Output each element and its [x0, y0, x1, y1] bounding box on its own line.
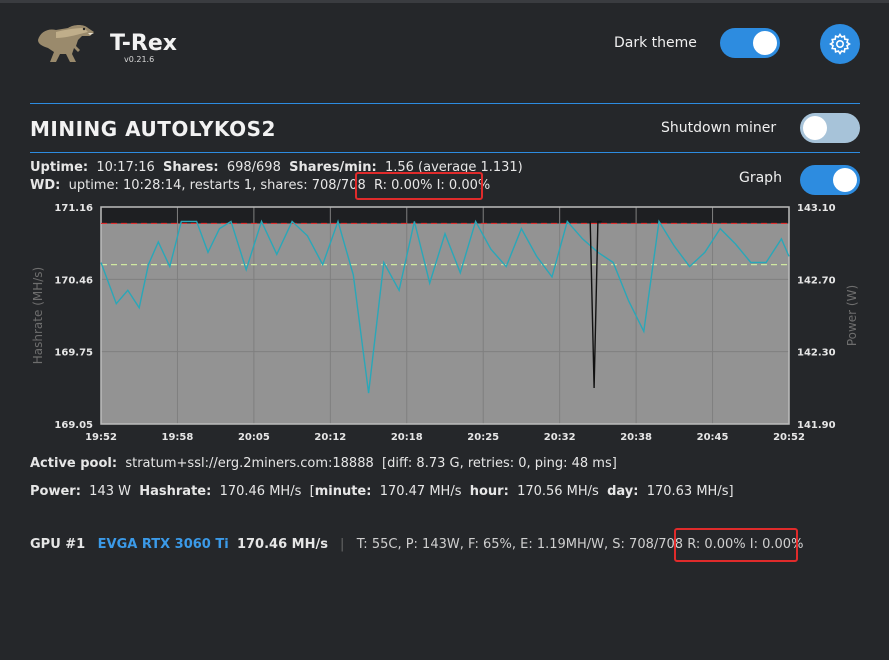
settings-button[interactable]	[820, 24, 860, 64]
y2-tick-label: 142.30	[797, 348, 836, 359]
x-tick-label: 20:38	[620, 432, 652, 443]
graph-toggle[interactable]	[800, 165, 860, 195]
power-line: Power: 143 W Hashrate: 170.46 MH/s [minu…	[30, 484, 734, 499]
minute-value: 170.47 MH/s	[379, 484, 462, 499]
window-top-border	[0, 0, 889, 3]
chart-svg: 171.16 170.46 169.75 169.05 143.10 142.70 142.…	[31, 203, 859, 443]
wd-value: uptime: 10:28:14, restarts 1, shares: 70…	[68, 178, 366, 193]
x-tick-label: 19:52	[85, 432, 117, 443]
x-tick-label: 20:52	[773, 432, 805, 443]
plot-area	[101, 207, 789, 424]
divider-mid	[30, 152, 860, 153]
t-rex-logo	[38, 25, 94, 62]
gpu-separator: |	[340, 537, 345, 552]
y2-tick-label: 141.90	[797, 420, 836, 431]
app-name: T-Rex	[110, 31, 177, 56]
toggle-knob	[833, 168, 857, 192]
toggle-knob	[803, 116, 827, 140]
power-value: 143 W	[89, 484, 131, 499]
shutdown-label: Shutdown miner	[661, 120, 777, 136]
gpu-details: T: 55C, P: 143W, F: 65%, E: 1.19MH/W, S:…	[356, 537, 684, 552]
y2-tick-label: 143.10	[797, 203, 836, 214]
gpu-id: GPU #1	[30, 537, 86, 552]
graph-label: Graph	[739, 170, 782, 186]
uptime-label: Uptime:	[30, 160, 89, 175]
app-version: v0.21.6	[124, 55, 155, 64]
gpu-hashrate: 170.46 MH/s	[236, 537, 328, 552]
gear-icon	[829, 33, 851, 55]
y-tick-label: 169.05	[54, 420, 93, 431]
pool-extra: [diff: 8.73 G, retries: 0, ping: 48 ms]	[382, 456, 617, 471]
pool-url: stratum+ssl://erg.2miners.com:18888	[125, 456, 374, 471]
highlight-box-gpu	[674, 528, 798, 562]
gpu-name: EVGA RTX 3060 Ti	[97, 537, 229, 552]
shutdown-toggle[interactable]	[800, 113, 860, 143]
plot-top-band	[101, 207, 789, 224]
hashrate-value: 170.46 MH/s	[219, 484, 302, 499]
minute-label: minute:	[314, 484, 372, 499]
dark-theme-toggle[interactable]	[720, 28, 780, 58]
x-tick-label: 20:18	[391, 432, 423, 443]
uptime-value: 10:17:16	[96, 160, 155, 175]
x-tick-label: 20:45	[697, 432, 729, 443]
day-label: day:	[607, 484, 639, 499]
y-tick-label: 169.75	[54, 348, 93, 359]
x-tick-label: 20:05	[238, 432, 270, 443]
y-axis-label: Hashrate (MH/s)	[31, 267, 45, 364]
x-tick-label: 20:12	[314, 432, 346, 443]
hour-label: hour:	[469, 484, 509, 499]
pool-line: Active pool: stratum+ssl://erg.2miners.c…	[30, 456, 617, 471]
y-tick-label: 170.46	[54, 275, 93, 286]
toggle-knob	[753, 31, 777, 55]
x-tick-label: 19:58	[162, 432, 194, 443]
day-value: 170.63 MH/s	[646, 484, 729, 499]
y2-axis-label: Power (W)	[845, 285, 859, 346]
shares-value: 698/698	[226, 160, 281, 175]
mining-title: MINING AUTOLYKOS2	[30, 117, 276, 141]
shares-label: Shares:	[163, 160, 219, 175]
hashrate-chart: 171.16 170.46 169.75 169.05 143.10 142.70 142.…	[0, 196, 889, 450]
x-tick-label: 20:25	[467, 432, 499, 443]
y-tick-label: 171.16	[54, 203, 93, 214]
x-tick-label: 20:32	[544, 432, 576, 443]
wd-label: WD:	[30, 178, 61, 193]
y2-tick-label: 142.70	[797, 275, 836, 286]
divider-top	[30, 103, 860, 104]
hashrate-label: Hashrate:	[139, 484, 212, 499]
hour-value: 170.56 MH/s	[517, 484, 599, 499]
dark-theme-label: Dark theme	[614, 35, 697, 51]
gpu-row: GPU #1 EVGA RTX 3060 Ti 170.46 MH/s	[30, 537, 328, 552]
pool-label: Active pool:	[30, 456, 118, 471]
power-label: Power:	[30, 484, 81, 499]
